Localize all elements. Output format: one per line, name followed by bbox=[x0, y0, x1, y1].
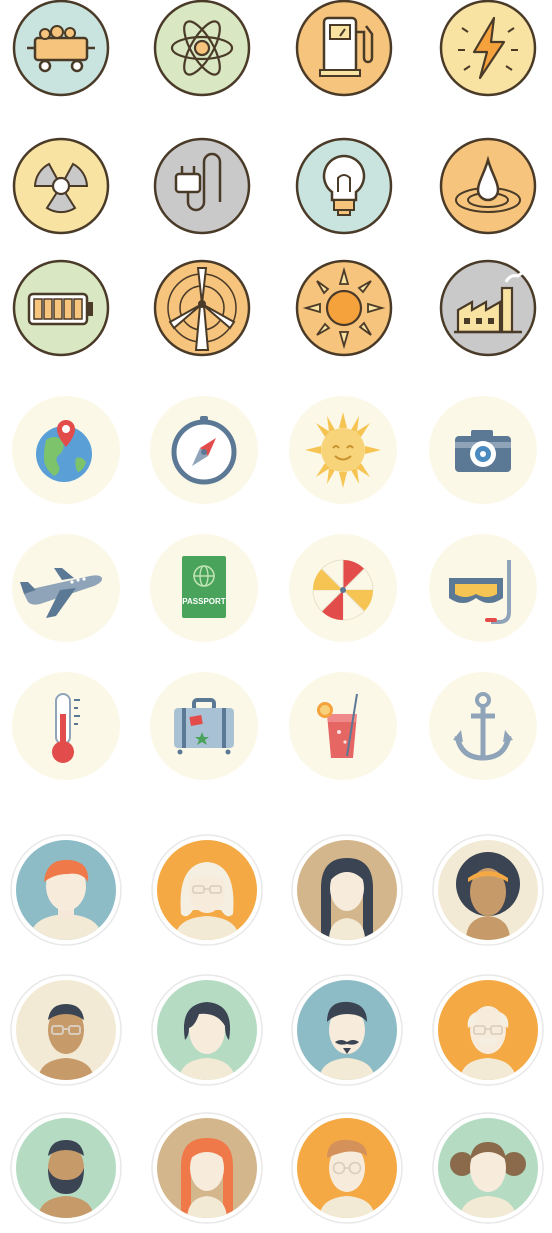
compass-icon bbox=[148, 394, 260, 506]
factory-icon bbox=[432, 252, 544, 364]
passport-label: PASSPORT bbox=[182, 597, 226, 606]
thermometer-icon bbox=[10, 670, 122, 782]
radiation-icon bbox=[5, 130, 117, 242]
smiling-sun-icon bbox=[287, 394, 399, 506]
avatar-man-glasses-icon bbox=[10, 974, 122, 1086]
plug-icon bbox=[146, 130, 258, 242]
suitcase-icon bbox=[148, 670, 260, 782]
battery-icon bbox=[5, 252, 117, 364]
avatar-white-hair-woman-glasses-icon bbox=[151, 834, 263, 946]
avatar-round-glasses-man-icon bbox=[291, 1112, 403, 1224]
cocktail-icon bbox=[287, 670, 399, 782]
icon-grid: PASSPORT bbox=[0, 0, 552, 1233]
mine-cart-icon bbox=[5, 0, 117, 104]
lightning-icon bbox=[432, 0, 544, 104]
avatar-bun-hair-woman-icon bbox=[432, 1112, 544, 1224]
water-drop-icon bbox=[432, 130, 544, 242]
anchor-icon bbox=[427, 670, 539, 782]
beach-umbrella-icon bbox=[287, 532, 399, 644]
light-bulb-icon bbox=[288, 130, 400, 242]
fuel-pump-icon bbox=[288, 0, 400, 104]
avatar-long-hair-woman-icon bbox=[291, 834, 403, 946]
avatar-old-man-glasses-icon bbox=[432, 974, 544, 1086]
avatar-red-hair-man-icon bbox=[10, 834, 122, 946]
wind-turbine-icon bbox=[146, 252, 258, 364]
atom-icon bbox=[146, 0, 258, 104]
camera-icon bbox=[427, 394, 539, 506]
avatar-mustache-man-icon bbox=[291, 974, 403, 1086]
snorkel-mask-icon bbox=[427, 532, 539, 644]
airplane-icon bbox=[10, 532, 122, 644]
avatar-red-hair-woman-icon bbox=[151, 1112, 263, 1224]
sun-icon bbox=[288, 252, 400, 364]
globe-pin-icon bbox=[10, 394, 122, 506]
passport-icon: PASSPORT bbox=[148, 532, 260, 644]
avatar-headband-woman-icon bbox=[432, 834, 544, 946]
avatar-bob-hair-woman-icon bbox=[151, 974, 263, 1086]
avatar-bearded-man-icon bbox=[10, 1112, 122, 1224]
